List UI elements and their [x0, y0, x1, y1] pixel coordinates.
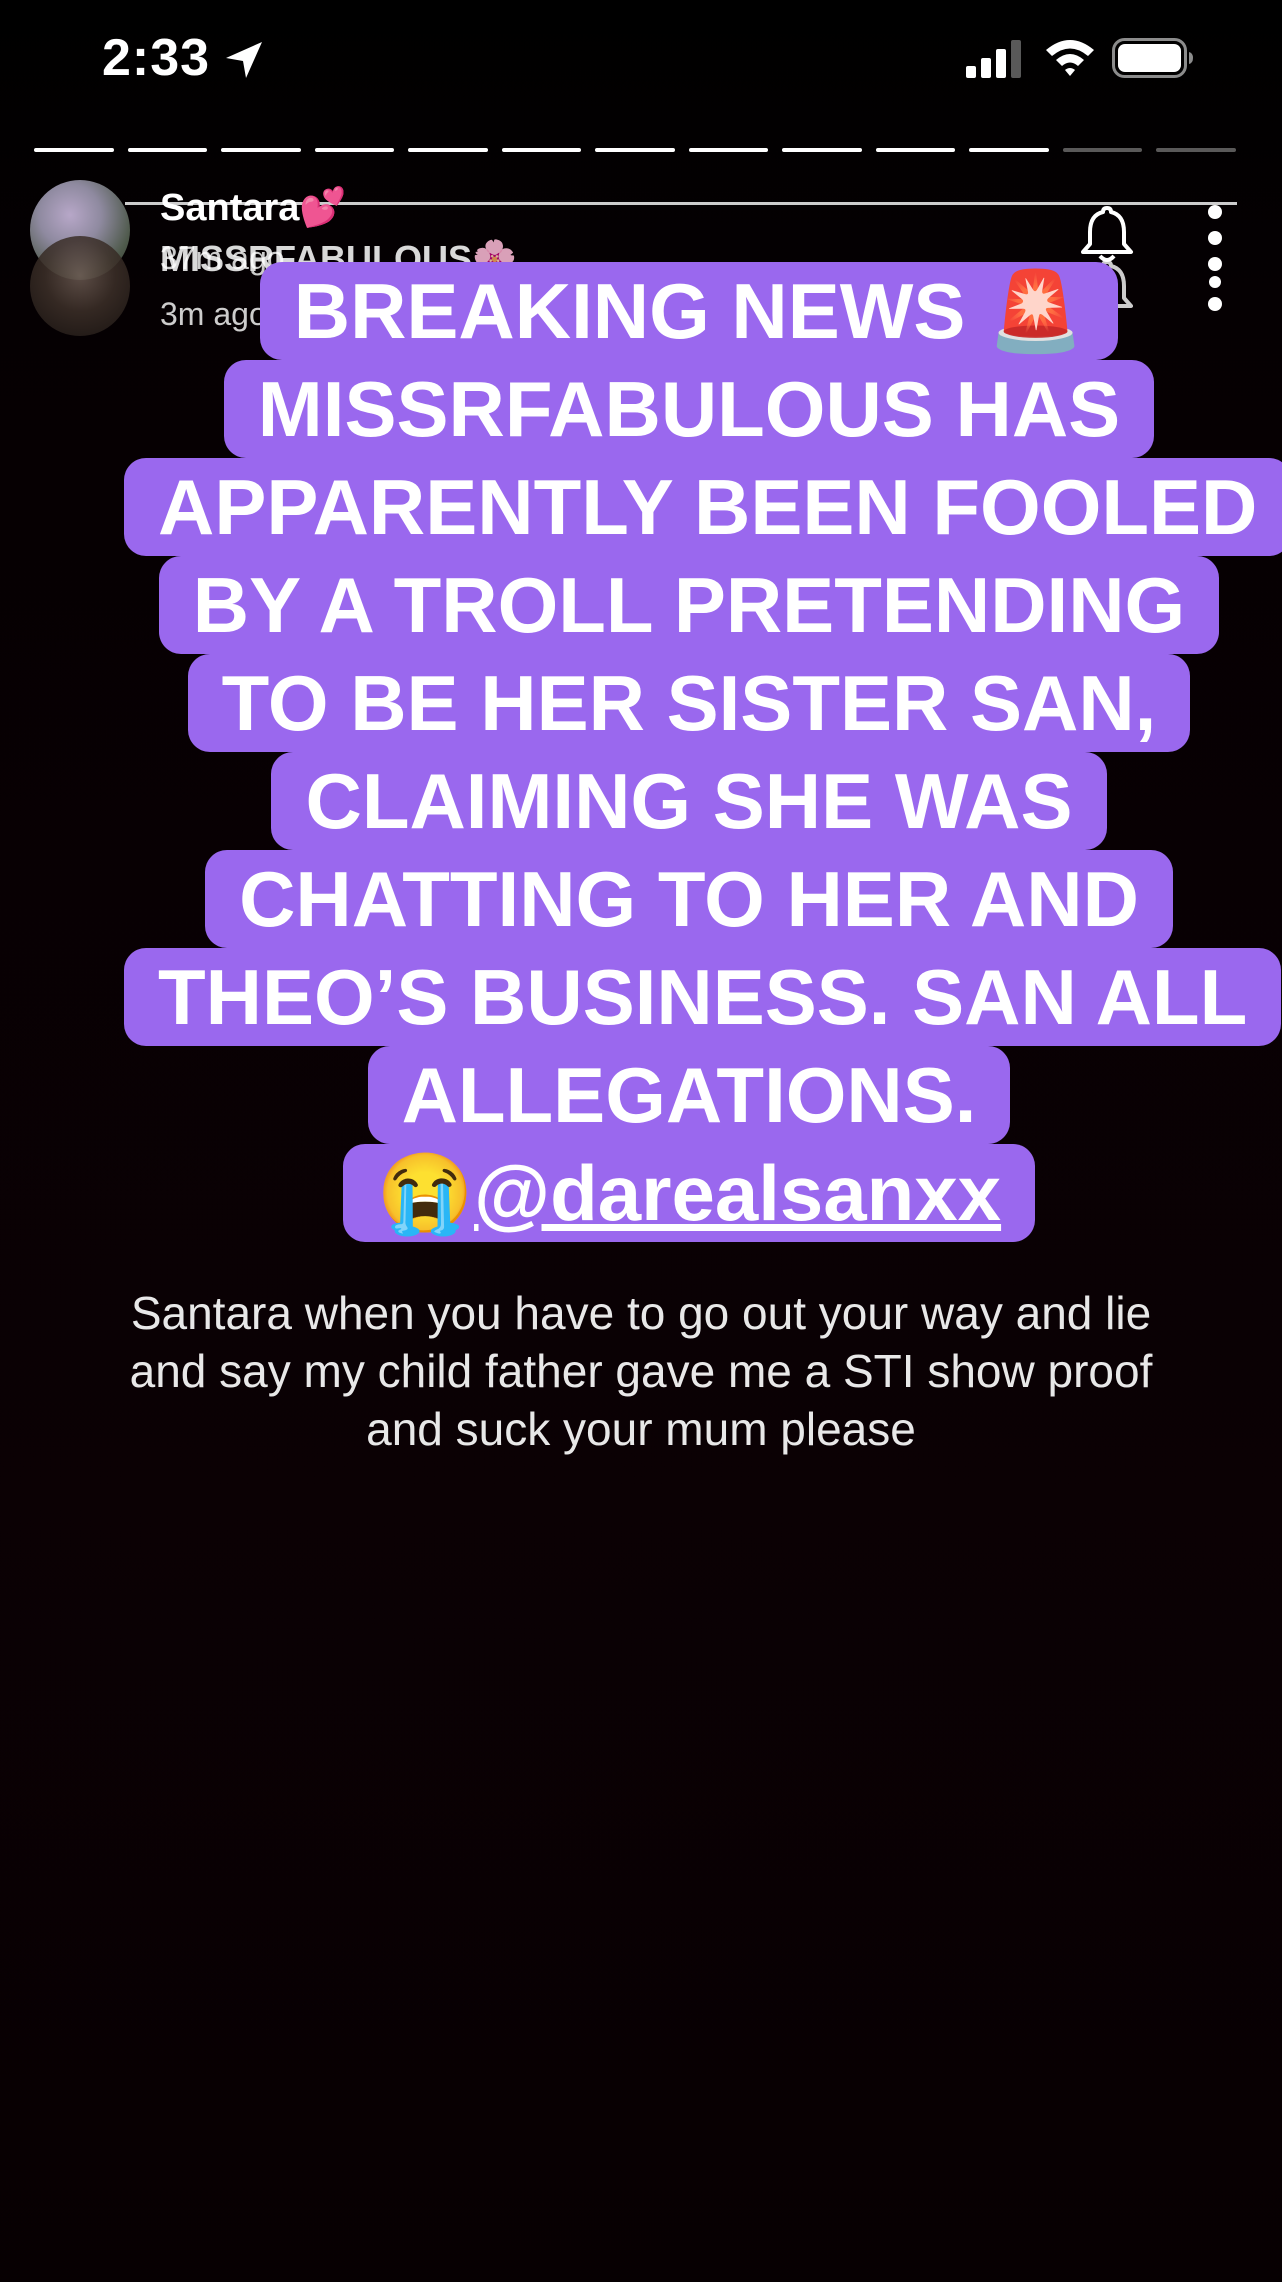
progress-segment	[34, 148, 114, 152]
progress-segment	[688, 148, 769, 152]
notification-bell-icon[interactable]	[1078, 204, 1136, 266]
progress-segment	[314, 148, 395, 152]
headline-line: BREAKING NEWS 🚨	[259, 262, 1119, 360]
headline-line: APPARENTLY BEEN FOOLED	[124, 458, 1282, 556]
wifi-icon	[1046, 40, 1094, 76]
progress-segment	[1062, 148, 1143, 152]
headline-line: TO BE HER SISTER SAN,	[187, 654, 1191, 752]
progress-segment	[782, 148, 862, 152]
progress-segment	[969, 148, 1049, 152]
location-arrow-icon	[226, 42, 262, 78]
headline-line: THEO’S BUSINESS. SAN ALL	[124, 948, 1282, 1046]
progress-segment	[595, 148, 675, 152]
crying-emoji: 😭	[376, 1149, 475, 1237]
headline-line: BY A TROLL PRETENDING	[158, 556, 1220, 654]
headline-overlay: BREAKING NEWS 🚨 MISSRFABULOUS HAS APPARE…	[124, 262, 1282, 1242]
headline-line: CHATTING TO HER AND	[205, 850, 1173, 948]
progress-segment	[127, 148, 208, 152]
caption-line: Santara when you have to go out your way…	[130, 1287, 1152, 1339]
progress-segment	[408, 148, 488, 152]
caption-line: and suck your mum please	[366, 1403, 916, 1455]
progress-segment	[501, 148, 582, 152]
headline-line: ALLEGATIONS.	[367, 1046, 1011, 1144]
mention-link[interactable]: @darealsanxx	[474, 1149, 1001, 1237]
progress-segment	[221, 148, 301, 152]
avatar[interactable]	[30, 236, 130, 336]
progress-segment	[875, 148, 956, 152]
status-time: 2:33	[102, 29, 211, 87]
progress-segment	[1156, 148, 1236, 152]
story-caption: Santara when you have to go out your way…	[40, 1284, 1242, 1458]
headline-line: MISSRFABULOUS HAS	[223, 360, 1155, 458]
cellular-signal-icon	[966, 40, 1021, 78]
story-username[interactable]: Santara💕	[160, 186, 347, 230]
story-progress-bar	[34, 148, 1236, 154]
battery-icon	[1112, 38, 1193, 78]
caption-line: and say my child father gave me a STI sh…	[129, 1345, 1153, 1397]
headline-line: CLAIMING SHE WAS	[271, 752, 1107, 850]
headline-handle-line: 😭@darealsanxx	[342, 1144, 1036, 1242]
